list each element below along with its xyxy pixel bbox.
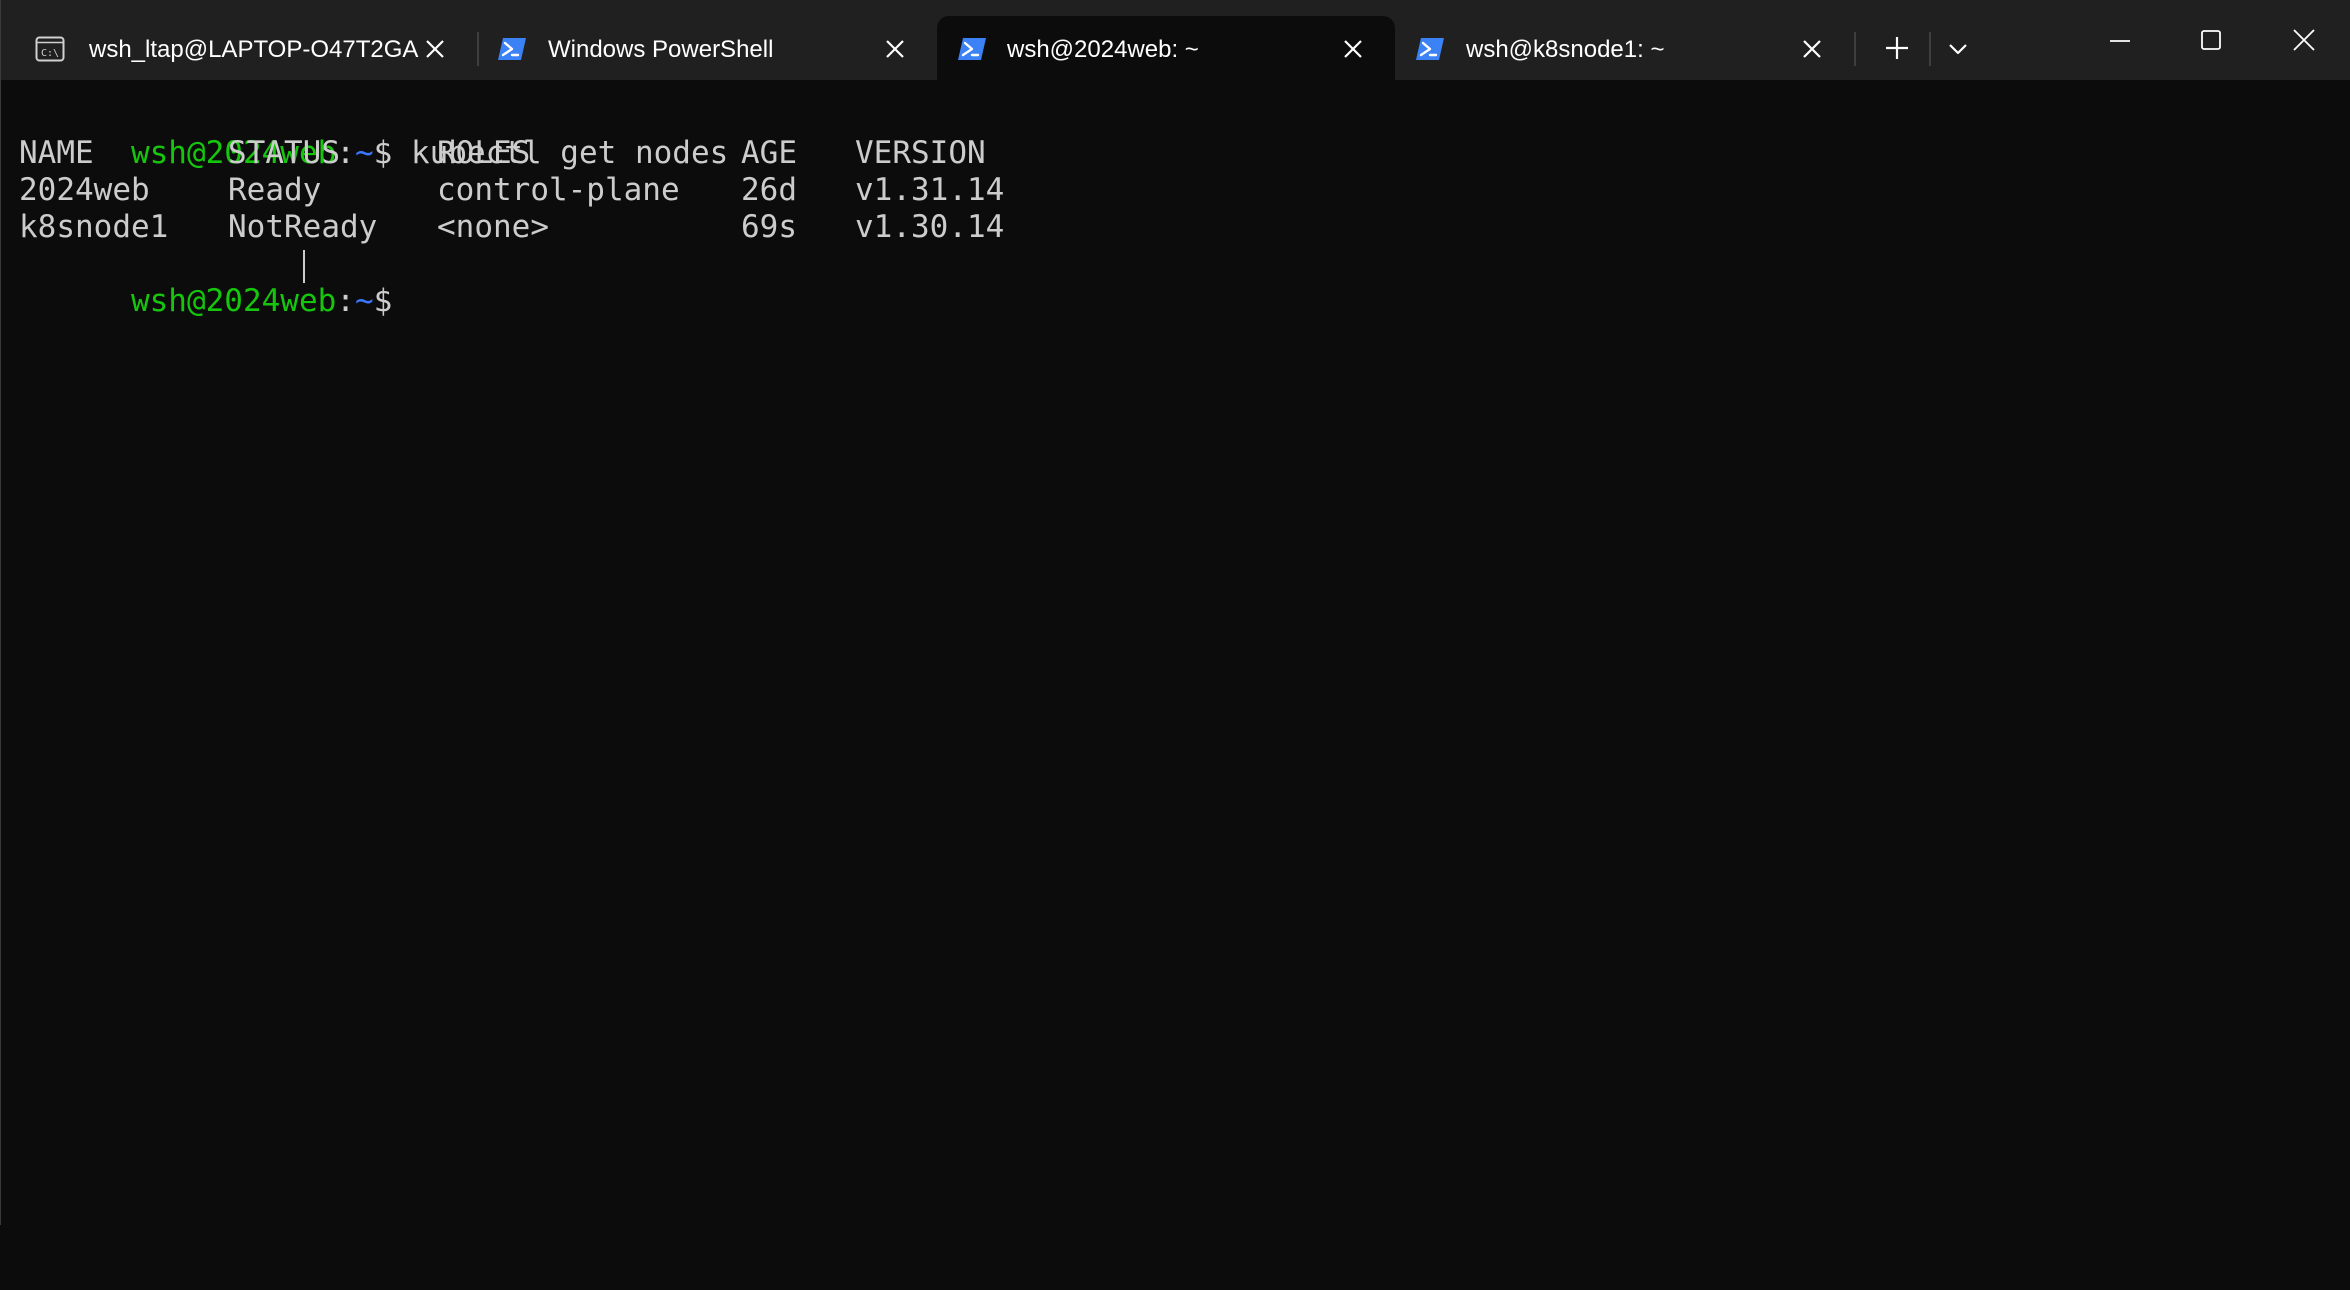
- node-name: k8snode1: [19, 209, 169, 245]
- powershell-icon: [958, 38, 986, 60]
- maximize-icon[interactable]: [2198, 27, 2224, 53]
- prompt-user-host: wsh@2024web: [130, 283, 337, 319]
- close-icon[interactable]: [1799, 36, 1825, 62]
- table-row: 2024web Ready control-plane 26d v1.31.14: [19, 172, 1119, 209]
- prompt-colon: :: [336, 283, 355, 319]
- node-name: 2024web: [19, 172, 150, 208]
- powershell-icon: [498, 38, 526, 60]
- current-prompt-line: wsh@2024web:~$: [19, 246, 419, 319]
- scrollbar[interactable]: [2343, 170, 2347, 1290]
- column-header: NAME: [19, 135, 94, 171]
- tab-divider: [1929, 32, 1931, 66]
- tab-cmd[interactable]: C:\ wsh_ltap@LAPTOP-O47T2GA: [1, 16, 471, 80]
- text-cursor: [303, 250, 305, 283]
- node-version: v1.30.14: [855, 209, 1005, 245]
- node-roles: <none>: [437, 209, 549, 245]
- tab-divider: [1854, 32, 1856, 66]
- prompt-path: ~: [354, 283, 374, 319]
- tab-k8snode1[interactable]: wsh@k8snode1: ~: [1395, 16, 1855, 80]
- terminal-window: C:\ wsh_ltap@LAPTOP-O47T2GA Windows Powe…: [0, 0, 2350, 1225]
- node-version: v1.31.14: [855, 172, 1005, 208]
- tab-2024web[interactable]: wsh@2024web: ~: [937, 16, 1395, 80]
- close-icon[interactable]: [2290, 26, 2318, 54]
- node-age: 26d: [741, 172, 797, 208]
- tab-powershell[interactable]: Windows PowerShell: [461, 16, 931, 80]
- command-line: wsh@2024web:~$ kubectl get nodes: [19, 98, 728, 171]
- powershell-icon: [1416, 38, 1444, 60]
- prompt-symbol: $: [373, 283, 393, 319]
- close-icon[interactable]: [1340, 36, 1366, 62]
- column-header: ROLES: [437, 135, 531, 171]
- close-icon[interactable]: [422, 36, 448, 62]
- node-roles: control-plane: [437, 172, 680, 208]
- column-header: AGE: [741, 135, 797, 171]
- cmd-icon: C:\: [35, 36, 65, 62]
- table-header: NAME STATUS ROLES AGE VERSION: [19, 135, 1119, 172]
- terminal-output[interactable]: wsh@2024web:~$ kubectl get nodes NAME ST…: [1, 80, 2350, 1225]
- close-icon[interactable]: [882, 36, 908, 62]
- chevron-down-icon[interactable]: [1945, 36, 1971, 62]
- tab-title: wsh_ltap@LAPTOP-O47T2GA: [89, 36, 419, 63]
- node-status: Ready: [228, 172, 322, 208]
- svg-text:C:\: C:\: [41, 48, 59, 59]
- node-age: 69s: [741, 209, 797, 245]
- tab-bar: C:\ wsh_ltap@LAPTOP-O47T2GA Windows Powe…: [1, 0, 2350, 80]
- tab-title: wsh@2024web: ~: [1007, 36, 1199, 63]
- table-row: k8snode1 NotReady <none> 69s v1.30.14: [19, 209, 1119, 246]
- plus-icon[interactable]: [1883, 34, 1911, 62]
- column-header: STATUS: [228, 135, 340, 171]
- tab-title: Windows PowerShell: [548, 36, 774, 63]
- column-header: VERSION: [855, 135, 986, 171]
- minimize-icon[interactable]: [2107, 28, 2133, 54]
- tab-title: wsh@k8snode1: ~: [1466, 36, 1665, 63]
- node-status: NotReady: [228, 209, 378, 245]
